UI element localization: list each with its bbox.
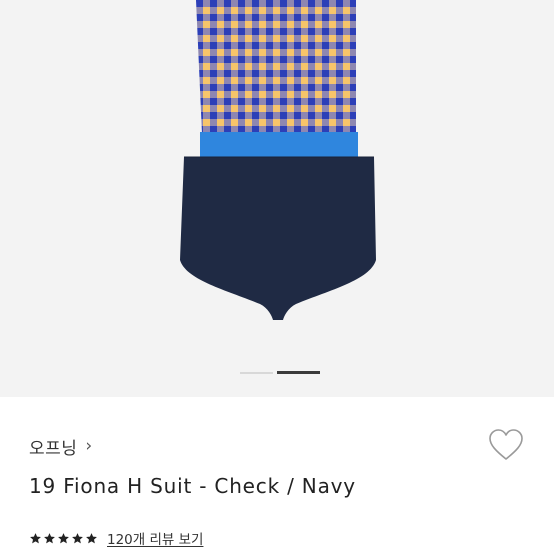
brand-name[interactable]: 오프닝 bbox=[29, 434, 77, 459]
product-image-gallery[interactable] bbox=[0, 0, 554, 397]
swimsuit-top-check bbox=[196, 0, 356, 134]
chevron-right-icon: › bbox=[85, 436, 93, 456]
product-title: 19 Fiona H Suit - Check / Navy bbox=[29, 474, 356, 498]
star-filled-icon bbox=[86, 532, 97, 543]
gallery-pager[interactable] bbox=[0, 371, 554, 375]
rating-stars bbox=[29, 532, 98, 545]
star-filled-icon bbox=[44, 532, 55, 543]
star-filled-icon bbox=[30, 532, 41, 543]
star-filled-icon bbox=[58, 532, 69, 543]
brand-link[interactable]: 오프닝 › bbox=[29, 434, 93, 460]
pager-dot-2[interactable] bbox=[277, 371, 320, 374]
star-filled-icon bbox=[72, 532, 83, 543]
swimsuit-product-image bbox=[180, 0, 376, 320]
pager-dot-1[interactable] bbox=[240, 372, 273, 374]
wishlist-button[interactable] bbox=[488, 428, 524, 462]
swimsuit-bottom-navy bbox=[180, 157, 376, 320]
rating-row: 120개 리뷰 보기 bbox=[29, 528, 203, 548]
swimsuit-waistband bbox=[200, 132, 358, 157]
heart-outline-icon bbox=[489, 429, 523, 460]
reviews-link[interactable]: 120개 리뷰 보기 bbox=[107, 528, 203, 548]
